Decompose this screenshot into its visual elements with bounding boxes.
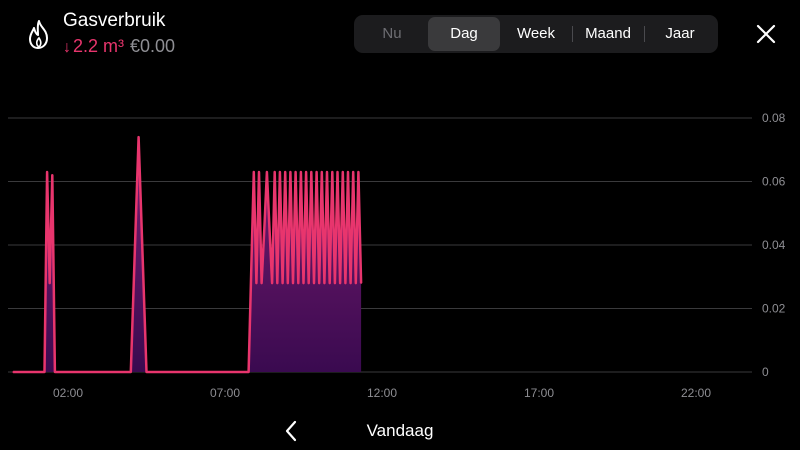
x-tick-label: 22:00	[681, 386, 711, 400]
data-point	[48, 282, 51, 284]
data-point	[273, 171, 276, 173]
tab-dag[interactable]: Dag	[428, 17, 500, 51]
y-tick-label: 0	[762, 365, 769, 379]
data-point	[253, 171, 255, 173]
x-tick-label: 12:00	[367, 386, 397, 400]
y-tick-label: 0.08	[762, 111, 786, 125]
data-point	[247, 371, 250, 373]
data-point	[305, 171, 307, 173]
data-point	[255, 282, 258, 284]
data-point	[344, 282, 347, 284]
date-navigator: Vandaag	[0, 412, 800, 448]
usage-summary: ↓ 2.2 m³ €0.00	[63, 36, 175, 57]
data-point	[137, 136, 140, 138]
data-point	[46, 171, 48, 173]
data-point	[321, 171, 323, 173]
tab-jaar[interactable]: Jaar	[644, 17, 716, 51]
data-point	[43, 371, 46, 373]
y-tick-label: 0.06	[762, 175, 786, 189]
data-point	[276, 282, 279, 284]
y-tick-label: 0.02	[762, 302, 786, 316]
data-point	[266, 171, 268, 173]
data-point	[51, 174, 54, 176]
cost-value: €0.00	[130, 36, 176, 56]
chart-canvas: 0 0.02 0.04 0.06 0.08 02:00 07:00 12:00 17:00 22:…	[8, 111, 786, 400]
data-point	[279, 171, 281, 173]
data-point	[302, 282, 305, 284]
data-point	[281, 282, 284, 284]
period-segmented-control: Nu Dag Week Maand Jaar	[354, 15, 718, 53]
data-point	[347, 171, 349, 173]
data-point	[287, 282, 289, 284]
data-point	[258, 171, 260, 173]
page-title: Gasverbruik	[63, 10, 166, 31]
data-point	[300, 171, 302, 173]
date-label: Vandaag	[366, 421, 434, 440]
close-icon[interactable]	[752, 20, 780, 48]
data-point	[54, 371, 56, 373]
data-point	[360, 282, 362, 284]
data-point	[289, 171, 292, 173]
y-tick-label: 0.04	[762, 238, 786, 252]
data-point	[263, 228, 266, 230]
tab-maand[interactable]: Maand	[572, 17, 644, 51]
data-point	[292, 282, 294, 284]
x-tick-label: 07:00	[210, 386, 240, 400]
data-point	[313, 282, 315, 284]
x-tick-label: 17:00	[524, 386, 554, 400]
data-point	[318, 282, 321, 284]
usage-value: ↓ 2.2 m³	[63, 36, 124, 57]
data-point	[130, 371, 132, 373]
data-point	[284, 171, 287, 173]
data-point	[323, 282, 326, 284]
gas-usage-chart: 0 0.02 0.04 0.06 0.08 02:00 07:00 12:00 17:00 22:…	[0, 95, 800, 405]
flame-icon	[26, 20, 52, 50]
data-point	[334, 282, 336, 284]
tab-week[interactable]: Week	[500, 17, 572, 51]
gas-usage-screen: Gasverbruik ↓ 2.2 m³ €0.00 Nu Dag Week Ma…	[0, 0, 800, 450]
data-point	[326, 171, 328, 173]
data-point	[268, 228, 271, 230]
data-point	[294, 171, 297, 173]
data-point	[260, 282, 263, 284]
data-point	[342, 171, 344, 173]
data-point	[145, 371, 148, 373]
data-point	[349, 282, 352, 284]
arrow-down-icon: ↓	[63, 39, 71, 56]
usage-amount: 2.2 m³	[73, 36, 125, 56]
data-point	[307, 282, 310, 284]
data-point	[297, 282, 300, 284]
data-point	[339, 282, 341, 284]
data-point	[12, 371, 14, 373]
data-point	[271, 282, 273, 284]
data-point	[352, 171, 355, 173]
data-point	[336, 171, 339, 173]
data-point	[315, 171, 318, 173]
data-point	[331, 171, 334, 173]
chevron-left-icon[interactable]	[280, 418, 302, 444]
data-point	[310, 171, 313, 173]
x-tick-label: 02:00	[53, 386, 83, 400]
data-point	[328, 282, 331, 284]
data-point	[355, 282, 357, 284]
data-point	[357, 171, 360, 173]
tab-nu[interactable]: Nu	[356, 17, 428, 51]
